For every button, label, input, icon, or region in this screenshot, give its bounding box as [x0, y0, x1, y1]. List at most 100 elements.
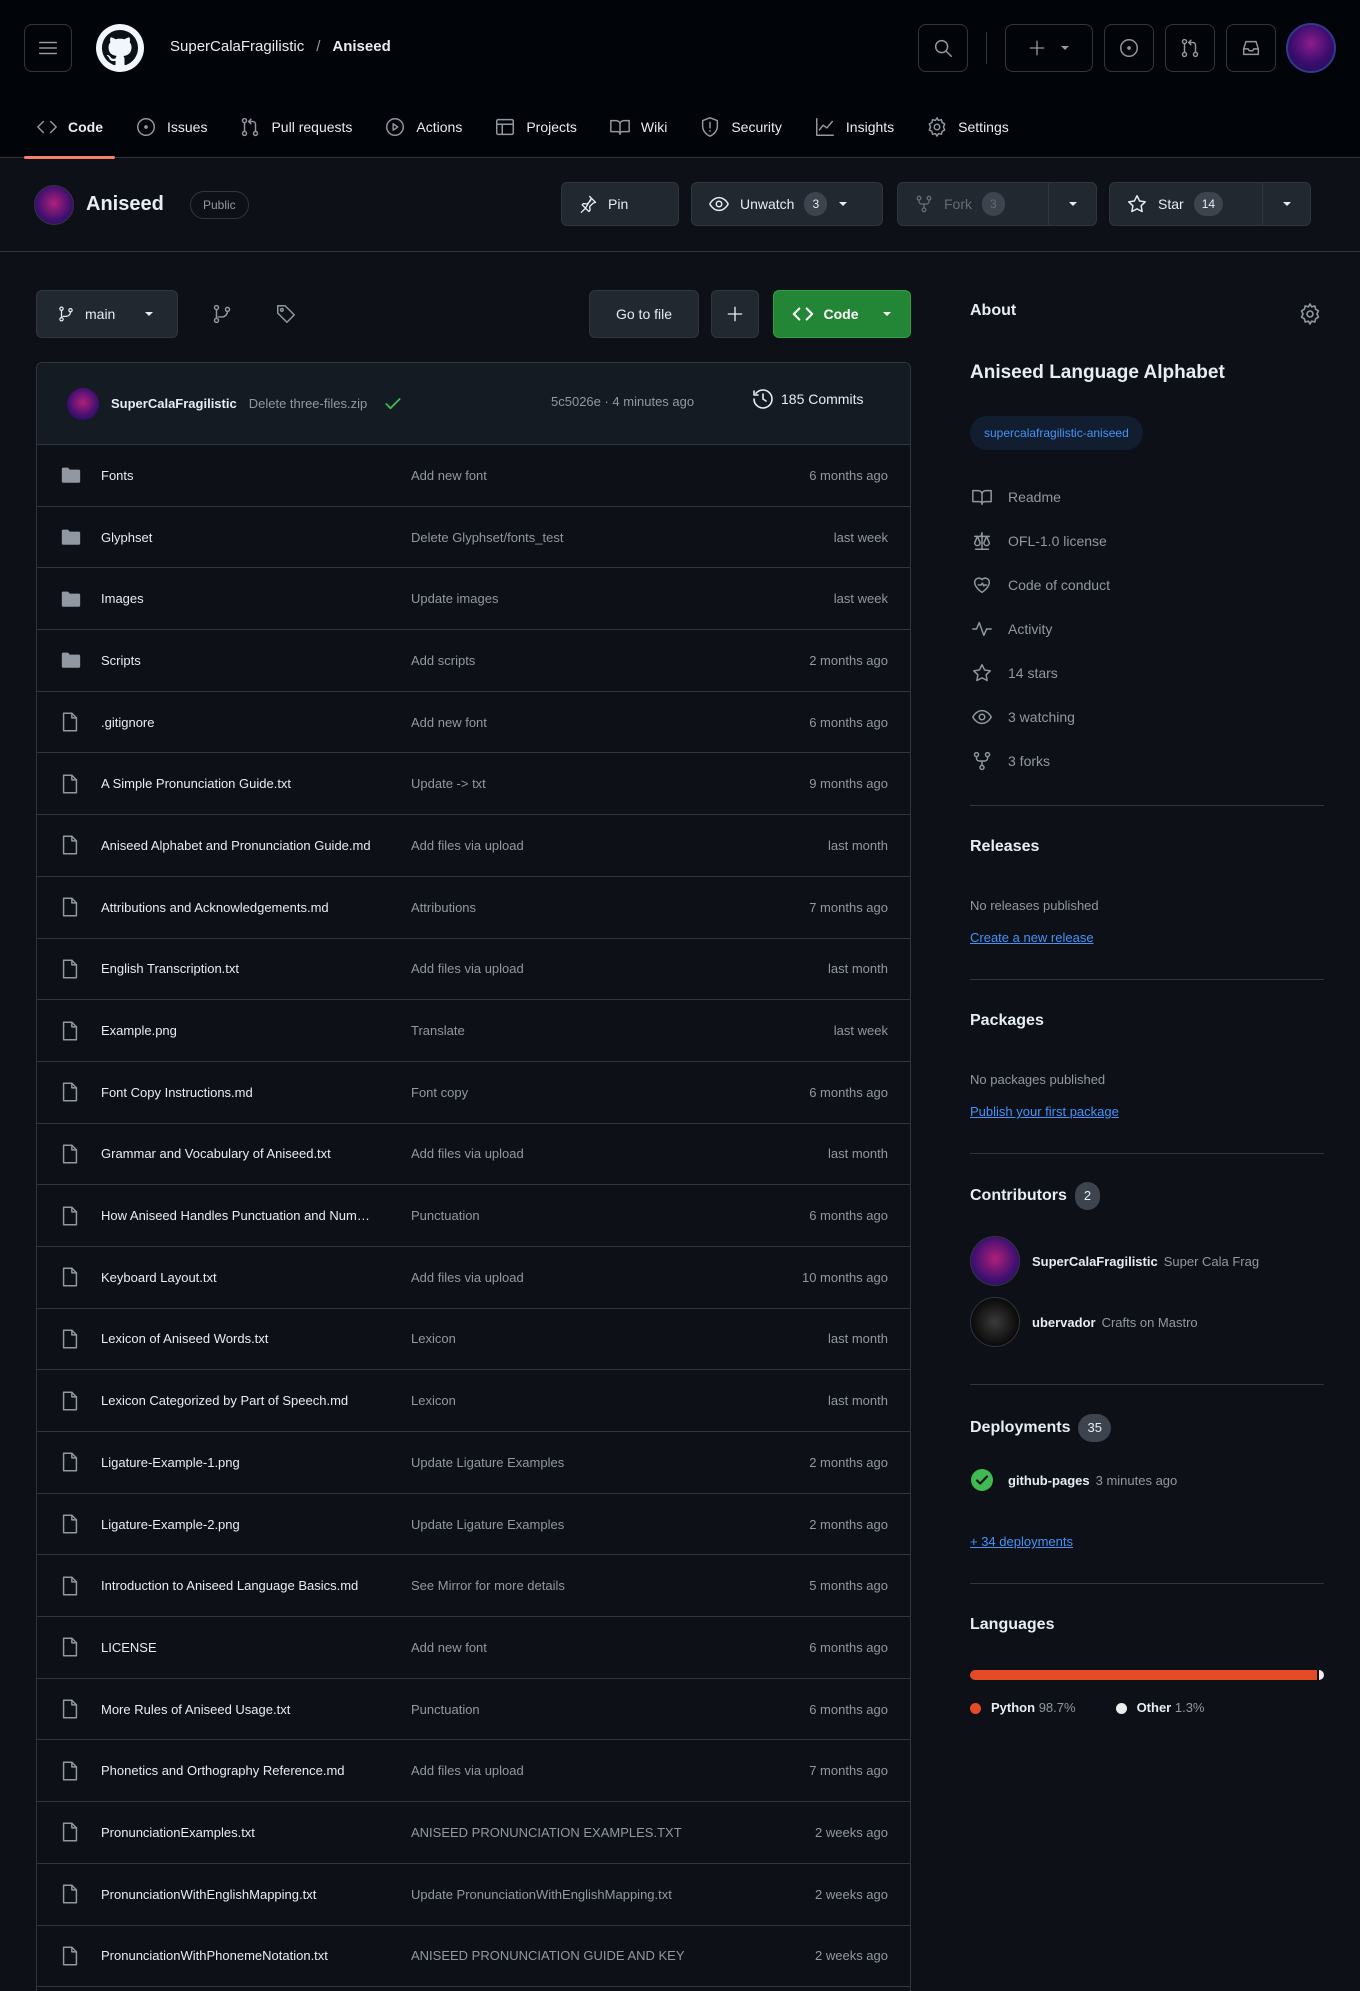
contributor-item[interactable]: ubervador Crafts on Mastro — [970, 1297, 1198, 1347]
add-file-button[interactable] — [711, 290, 759, 338]
issues-button[interactable] — [1104, 24, 1154, 72]
file-commit-message[interactable]: Update PronunciationWithEnglishMapping.t… — [411, 1887, 741, 1902]
more-deployments-link[interactable]: + 34 deployments — [970, 1534, 1073, 1549]
language-item[interactable]: Python 98.7% — [970, 1700, 1076, 1715]
publish-package-link[interactable]: Publish your first package — [970, 1104, 1119, 1119]
commit-meta[interactable]: 5c5026e · 4 minutes ago — [551, 394, 694, 409]
topic-tag[interactable]: supercalafragilistic-aniseed — [970, 416, 1143, 450]
file-name[interactable]: Aniseed Alphabet and Pronunciation Guide… — [101, 838, 371, 853]
releases-title[interactable]: Releases — [970, 838, 1039, 856]
commits-link[interactable]: 185 Commits — [751, 387, 863, 411]
readme-link[interactable]: Readme — [970, 486, 1061, 508]
tab-issues[interactable]: Issues — [123, 96, 219, 158]
file-name[interactable]: .gitignore — [101, 715, 371, 730]
commit-author[interactable]: SuperCalaFragilistic — [111, 396, 237, 411]
file-name[interactable]: PronunciationWithEnglishMapping.txt — [101, 1887, 371, 1902]
breadcrumb-repo[interactable]: Aniseed — [332, 38, 390, 55]
deployment-item[interactable]: github-pages 3 minutes ago — [970, 1468, 1177, 1492]
file-name[interactable]: Font Copy Instructions.md — [101, 1085, 371, 1100]
fork-dropdown[interactable] — [1048, 183, 1096, 225]
contributor-item[interactable]: SuperCalaFragilistic Super Cala Frag — [970, 1236, 1259, 1286]
file-row[interactable]: Attributions and Acknowledgements.md Attr… — [37, 877, 910, 939]
packages-title[interactable]: Packages — [970, 1012, 1044, 1030]
repo-owner-avatar[interactable] — [34, 185, 74, 225]
file-commit-message[interactable]: Delete Glyphset/fonts_test — [411, 530, 741, 545]
inbox-button[interactable] — [1226, 24, 1276, 72]
tab-insights[interactable]: Insights — [802, 96, 906, 158]
deployments-title[interactable]: Deployments 35 — [970, 1414, 1111, 1442]
file-commit-message[interactable]: ANISEED PRONUNCIATION EXAMPLES.TXT — [411, 1825, 741, 1840]
file-row[interactable]: Font Copy Instructions.md Font copy 6 mont… — [37, 1062, 910, 1124]
file-row[interactable]: PronunciationWithPhonemeNotation.txt ANIS… — [37, 1926, 910, 1988]
file-commit-message[interactable]: See Mirror for more details — [411, 1578, 741, 1593]
fork-button[interactable]: Fork 3 — [897, 182, 1097, 226]
code-of-conduct-link[interactable]: Code of conduct — [970, 574, 1110, 596]
file-commit-message[interactable]: Punctuation — [411, 1702, 741, 1717]
file-commit-message[interactable]: Add new font — [411, 1640, 741, 1655]
file-commit-message[interactable]: Font copy — [411, 1085, 741, 1100]
user-avatar[interactable] — [1286, 23, 1336, 73]
file-row[interactable]: PronunciationExamples.txt ANISEED PRONUNC… — [37, 1802, 910, 1864]
file-row[interactable]: PronunciationWithEnglishMapping.txt Updat… — [37, 1864, 910, 1926]
commit-author-avatar[interactable] — [67, 387, 99, 420]
file-name[interactable]: PronunciationWithPhonemeNotation.txt — [101, 1948, 371, 1963]
file-row[interactable]: Grammar and Vocabulary of Aniseed.txt Add… — [37, 1124, 910, 1186]
file-row[interactable]: Example.png Translate last week — [37, 1000, 910, 1062]
tab-wiki[interactable]: Wiki — [597, 96, 679, 158]
license-link[interactable]: OFL-1.0 license — [970, 530, 1107, 552]
folder-row[interactable]: Scripts Add scripts 2 months ago — [37, 630, 910, 692]
folder-row[interactable]: Glyphset Delete Glyphset/fonts_test last w… — [37, 507, 910, 569]
file-row[interactable]: .gitignore Add new font 6 months ago — [37, 692, 910, 754]
file-name[interactable]: Scripts — [101, 653, 371, 668]
file-commit-message[interactable]: Add files via upload — [411, 1270, 741, 1285]
file-name[interactable]: Example.png — [101, 1023, 371, 1038]
file-commit-message[interactable]: Translate — [411, 1023, 741, 1038]
file-row[interactable]: Introduction to Aniseed Language Basics.… — [37, 1555, 910, 1618]
file-row[interactable]: A Simple Pronunciation Guide.txt Update -… — [37, 753, 910, 816]
tab-settings[interactable]: Settings — [914, 96, 1021, 158]
file-commit-message[interactable]: Add new font — [411, 715, 741, 730]
file-name[interactable]: Fonts — [101, 468, 371, 483]
file-name[interactable]: Lexicon Categorized by Part of Speech.md — [101, 1393, 371, 1408]
file-row[interactable]: More Rules of Aniseed Usage.txt Punctuati… — [37, 1679, 910, 1741]
repo-title[interactable]: Aniseed — [86, 193, 164, 216]
file-commit-message[interactable]: ANISEED PRONUNCIATION GUIDE AND KEY — [411, 1948, 741, 1963]
tab-projects[interactable]: Projects — [482, 96, 589, 158]
star-button[interactable]: Star 14 — [1109, 182, 1311, 226]
file-commit-message[interactable]: Lexicon — [411, 1393, 741, 1408]
file-commit-message[interactable]: Punctuation — [411, 1208, 741, 1223]
file-commit-message[interactable]: Add files via upload — [411, 838, 741, 853]
file-name[interactable]: A Simple Pronunciation Guide.txt — [101, 776, 371, 791]
file-row[interactable]: Keyboard Layout.txt Add files via upload 1… — [37, 1247, 910, 1309]
tab-code[interactable]: Code — [24, 96, 115, 159]
file-row[interactable]: Ligature-Example-2.png Update Ligature Ex… — [37, 1494, 910, 1556]
file-commit-message[interactable]: Add new font — [411, 468, 741, 483]
branches-button[interactable] — [198, 290, 246, 338]
file-commit-message[interactable]: Add files via upload — [411, 1146, 741, 1161]
breadcrumb-owner[interactable]: SuperCalaFragilistic — [170, 38, 304, 55]
commit-message[interactable]: Delete three-files.zip — [249, 396, 368, 411]
folder-row[interactable]: Images Update images last week — [37, 568, 910, 631]
code-button[interactable]: Code — [773, 290, 911, 338]
file-commit-message[interactable]: Add scripts — [411, 653, 741, 668]
tab-security[interactable]: Security — [687, 96, 794, 158]
branch-selector[interactable]: main — [36, 290, 178, 338]
file-commit-message[interactable]: Update Ligature Examples — [411, 1455, 741, 1470]
file-row[interactable]: Lexicon of Aniseed Words.txt Lexicon last … — [37, 1309, 910, 1371]
file-name[interactable]: PronunciationExamples.txt — [101, 1825, 371, 1840]
pin-button[interactable]: Pin — [561, 182, 679, 226]
file-commit-message[interactable]: Update images — [411, 591, 741, 606]
language-item[interactable]: Other 1.3% — [1115, 1700, 1205, 1715]
stars-link[interactable]: 14 stars — [970, 662, 1058, 684]
create-release-link[interactable]: Create a new release — [970, 930, 1094, 945]
file-row[interactable]: Aniseed Alphabet and Pronunciation Guide… — [37, 815, 910, 877]
file-commit-message[interactable]: Update Ligature Examples — [411, 1517, 741, 1532]
search-button[interactable] — [918, 24, 968, 72]
file-name[interactable]: Ligature-Example-2.png — [101, 1517, 371, 1532]
star-dropdown[interactable] — [1262, 183, 1310, 225]
file-name[interactable]: Images — [101, 591, 371, 606]
activity-link[interactable]: Activity — [970, 618, 1052, 640]
forks-link[interactable]: 3 forks — [970, 750, 1050, 772]
file-commit-message[interactable]: Update -> txt — [411, 776, 741, 791]
folder-row[interactable]: Fonts Add new font 6 months ago — [37, 445, 910, 507]
